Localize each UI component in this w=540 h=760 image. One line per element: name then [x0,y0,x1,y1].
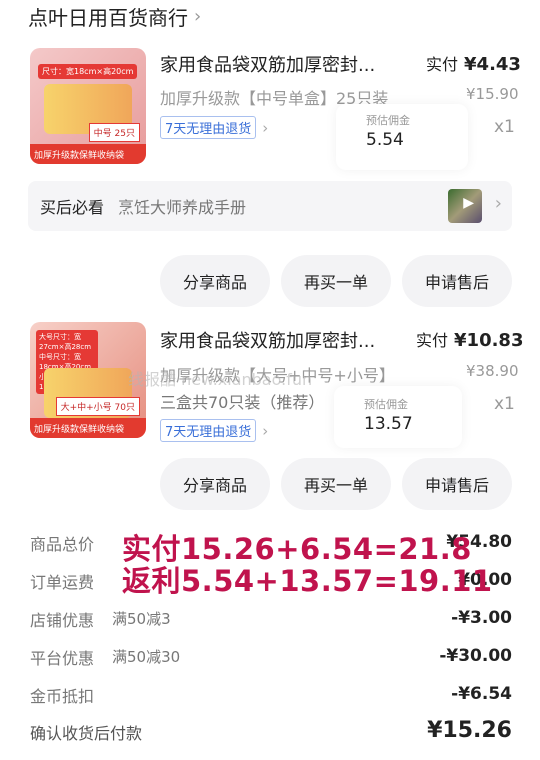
summary-value: -¥3.00 [451,608,512,628]
product-spec-detail: 三盒共70只装（推荐） [160,393,325,412]
after-sale-button[interactable]: 申请售后 [402,255,512,307]
store-name: 点叶日用百货商行 [28,6,188,30]
store-header[interactable]: 点叶日用百货商行 › [28,2,201,31]
paid-price: 实付 ¥10.83 [416,327,523,351]
return-tag-label: 7天无理由退货 [160,116,257,139]
return-policy-tag[interactable]: 7天无理由退货 › [160,116,268,139]
summary-value: -¥30.00 [439,646,512,666]
play-icon: ▶ [463,195,474,211]
quantity: x1 [494,394,515,414]
guide-value: 烹饪大师养成手册 [118,198,247,217]
return-tag-label: 7天无理由退货 [160,419,257,442]
summary-sub: 满50减30 [112,648,181,666]
chevron-right-icon: › [494,193,502,214]
total-label: 确认收货后付款 [30,724,143,743]
share-product-button[interactable]: 分享商品 [160,255,270,307]
summary-sub: 满50减3 [112,610,171,628]
summary-label: 金币抵扣 [30,687,95,706]
commission-card: 预估佣金 5.54 [336,104,468,170]
paid-price: 实付 ¥4.43 [426,51,521,75]
return-policy-tag[interactable]: 7天无理由退货 › [160,419,268,442]
summary-label: 订单运费 [30,573,95,592]
original-price: ¥15.90 [466,85,519,103]
chevron-right-icon: › [262,421,269,440]
paid-label: 实付 [416,331,449,350]
thumb-stripe: 加厚升级款保鲜收纳袋 [30,144,146,164]
summary-label: 店铺优惠 [30,611,95,630]
product-thumbnail[interactable]: 尺寸：宽18cm×高20cm 中号 25只 加厚升级款保鲜收纳袋 [30,48,146,164]
watermark: 线报酷 new.xianbao.fun [128,370,313,389]
commission-label: 预估佣金 [364,398,408,411]
summary-label: 平台优惠 [30,649,95,668]
rebuy-button[interactable]: 再买一单 [281,255,391,307]
paid-label: 实付 [426,55,459,74]
share-product-button[interactable]: 分享商品 [160,458,270,510]
total-value: ¥15.26 [427,718,512,743]
chevron-right-icon: › [262,118,269,137]
quantity: x1 [494,117,515,137]
chevron-right-icon: › [194,6,202,27]
thumb-size-label: 尺寸：宽18cm×高20cm [38,64,138,79]
after-sales-guide-bar[interactable]: 买后必看 烹饪大师养成手册 ▶ › [28,181,512,231]
thumb-stripe: 加厚升级款保鲜收纳袋 [30,418,146,438]
rebuy-button[interactable]: 再买一单 [281,458,391,510]
summary-value: -¥6.54 [451,684,512,704]
commission-value: 5.54 [366,130,404,150]
guide-label: 买后必看 [40,198,105,217]
annotation-rebate: 返利5.54+13.57=19.11 [122,564,493,598]
after-sale-button[interactable]: 申请售后 [402,458,512,510]
product-title[interactable]: 家用食品袋双筋加厚密封... [160,51,405,77]
commission-label: 预估佣金 [366,114,410,127]
thumb-count-badge: 大+中+小号 70只 [55,397,140,416]
summary-label: 商品总价 [30,535,95,554]
commission-value: 13.57 [364,414,413,434]
original-price: ¥38.90 [466,362,519,380]
product-title[interactable]: 家用食品袋双筋加厚密封... [160,327,405,353]
paid-amount: ¥10.83 [454,330,524,351]
paid-amount: ¥4.43 [464,54,521,75]
thumb-count-badge: 中号 25只 [88,123,140,142]
commission-card: 预估佣金 13.57 [334,386,462,448]
